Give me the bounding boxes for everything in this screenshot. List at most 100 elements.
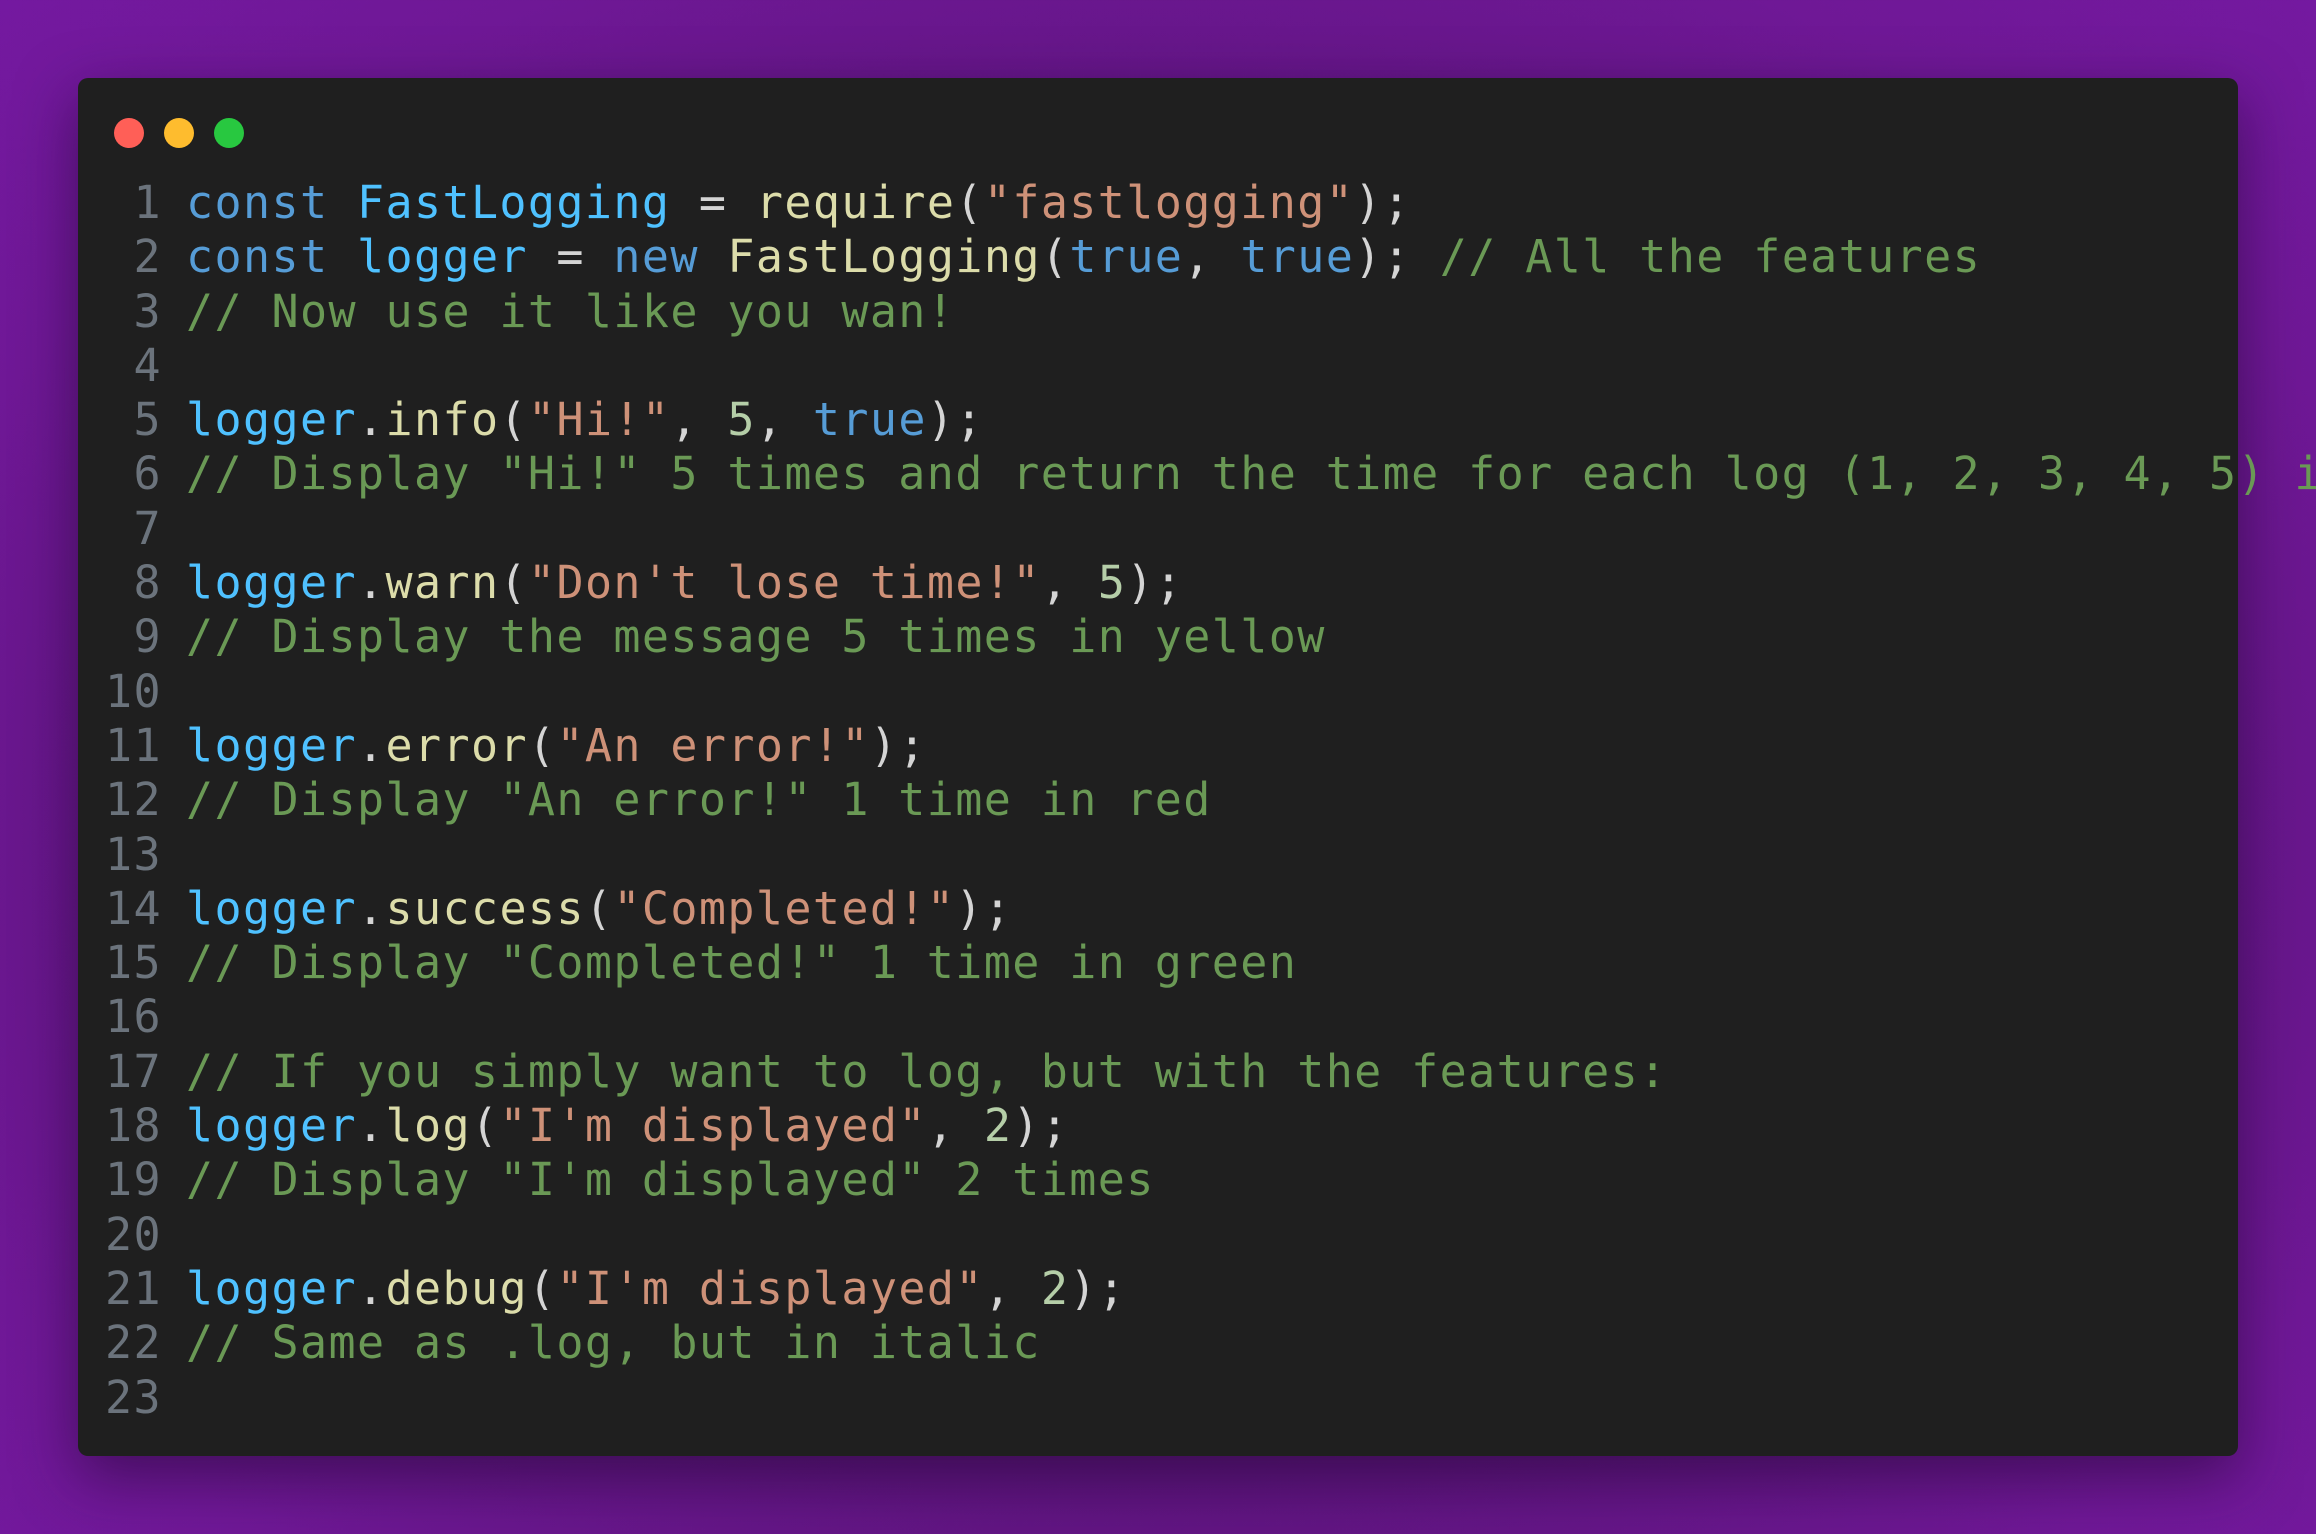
- line-source: logger.success("Completed!");: [186, 882, 2238, 936]
- token-fn: warn: [385, 556, 500, 610]
- code-line: 19 // Display "I'm displayed" 2 times: [78, 1153, 2238, 1207]
- token-punct: ,: [670, 393, 728, 447]
- line-number: 20: [105, 1207, 162, 1261]
- line-source: // Now use it like you wan!: [186, 285, 2238, 339]
- token-punct: (: [499, 393, 528, 447]
- token-var: logger: [186, 556, 357, 610]
- line-number: 4: [133, 338, 162, 392]
- line-number: 22: [105, 1316, 162, 1370]
- token-keyword: new: [613, 230, 699, 284]
- line-number: 23: [105, 1370, 162, 1424]
- token-punct: ,: [1040, 556, 1098, 610]
- token-punct: );: [1354, 176, 1412, 229]
- token-fn: debug: [385, 1261, 528, 1315]
- code-line: 23: [78, 1371, 2238, 1425]
- code-line: 8 logger.warn("Don't lose time!", 5);: [78, 556, 2238, 610]
- line-source: [186, 990, 2238, 1044]
- token-punct: [328, 176, 357, 229]
- token-punct: ,: [1183, 230, 1241, 284]
- token-num: 2: [983, 1099, 1013, 1153]
- token-comment: // Display "I'm displayed" 2 times: [186, 1153, 1155, 1207]
- token-var: logger: [186, 1099, 357, 1153]
- line-number: 21: [105, 1261, 162, 1315]
- token-punct: (: [470, 1099, 500, 1153]
- token-str: "fastlogging": [983, 176, 1355, 229]
- line-source: const logger = new FastLogging(true, tru…: [186, 230, 2238, 284]
- code-line: 11 logger.error("An error!");: [78, 719, 2238, 773]
- token-punct: .: [356, 881, 386, 935]
- token-str: "Don't lose time!": [527, 556, 1041, 610]
- token-fn: log: [385, 1099, 471, 1153]
- token-comment: // Now use it like you wan!: [186, 284, 956, 338]
- code-line: 6 // Display "Hi!" 5 times and return the…: [78, 447, 2316, 501]
- code-line: 5 logger.info("Hi!", 5, true);: [78, 393, 2238, 447]
- token-punct: [328, 230, 357, 283]
- token-comment: // Display the message 5 times in yellow: [186, 610, 1326, 664]
- code-line: 16: [78, 990, 2238, 1044]
- token-fn: success: [385, 881, 585, 935]
- token-var: logger: [356, 230, 528, 284]
- token-punct: );: [869, 718, 927, 772]
- token-punct: (: [527, 1261, 557, 1315]
- token-var: FastLogging: [356, 176, 671, 229]
- token-num: 5: [727, 393, 756, 447]
- code-line: 7: [78, 502, 2238, 556]
- token-punct: .: [356, 393, 386, 447]
- minimize-button[interactable]: [164, 118, 194, 148]
- line-number: 5: [133, 393, 162, 447]
- line-number: 9: [133, 610, 162, 664]
- token-str: "An error!": [556, 718, 870, 772]
- code-line: 1 const FastLogging = require("fastloggin…: [78, 176, 2238, 230]
- token-str: "I'm displayed": [499, 1099, 927, 1153]
- line-source: [186, 665, 2238, 719]
- line-source: // Display "I'm displayed" 2 times: [186, 1153, 2238, 1207]
- token-bool: true: [812, 393, 927, 447]
- line-source: logger.info("Hi!", 5, true);: [186, 393, 2238, 447]
- token-var: logger: [186, 881, 357, 935]
- line-source: [186, 1371, 2238, 1425]
- token-fn: error: [385, 718, 528, 772]
- line-source: logger.debug("I'm displayed", 2);: [186, 1262, 2238, 1316]
- token-fn: require: [755, 176, 956, 229]
- token-bool: true: [1240, 230, 1355, 284]
- line-source: [186, 1208, 2238, 1262]
- token-punct: );: [1012, 1099, 1070, 1153]
- line-source: // If you simply want to log, but with t…: [186, 1045, 2238, 1099]
- line-source: // Display "Hi!" 5 times and return the …: [186, 447, 2316, 501]
- code-line: 21 logger.debug("I'm displayed", 2);: [78, 1262, 2238, 1316]
- token-keyword: const: [186, 176, 329, 229]
- token-str: "Hi!": [527, 393, 671, 447]
- code-line: 12 // Display "An error!" 1 time in red: [78, 773, 2238, 827]
- token-comment: // Display "Completed!" 1 time in green: [186, 936, 1298, 990]
- line-number: 19: [105, 1153, 162, 1207]
- token-str: "Completed!": [613, 881, 956, 935]
- maximize-button[interactable]: [214, 118, 244, 148]
- line-source: logger.error("An error!");: [186, 719, 2238, 773]
- code-line: 9 // Display the message 5 times in yello…: [78, 610, 2238, 664]
- token-num: 5: [1097, 556, 1127, 610]
- token-fn: info: [385, 393, 500, 447]
- token-comment: // If you simply want to log, but with t…: [186, 1044, 1668, 1098]
- token-punct: (: [955, 176, 984, 229]
- line-source: // Same as .log, but in italic: [186, 1316, 2238, 1370]
- token-punct: (: [584, 881, 614, 935]
- line-source: [186, 339, 2238, 393]
- token-punct: =: [527, 230, 614, 284]
- token-comment: // Display "Hi!" 5 times and return the …: [186, 447, 2316, 501]
- code-line: 10: [78, 665, 2238, 719]
- line-number: 7: [133, 501, 162, 555]
- code-line: 3 // Now use it like you wan!: [78, 285, 2238, 339]
- close-button[interactable]: [114, 118, 144, 148]
- code-line: 22 // Same as .log, but in italic: [78, 1316, 2238, 1370]
- line-source: [186, 502, 2238, 556]
- code-line: 13: [78, 828, 2238, 882]
- code-line: 20: [78, 1208, 2238, 1262]
- line-source: [186, 828, 2238, 882]
- token-punct: );: [1069, 1261, 1127, 1315]
- token-punct: (: [1040, 230, 1070, 284]
- line-source: // Display the message 5 times in yellow: [186, 610, 2238, 664]
- line-source: logger.log("I'm displayed", 2);: [186, 1099, 2238, 1153]
- token-str: "I'm displayed": [556, 1261, 984, 1315]
- line-number: 13: [105, 827, 162, 881]
- line-source: logger.warn("Don't lose time!", 5);: [186, 556, 2238, 610]
